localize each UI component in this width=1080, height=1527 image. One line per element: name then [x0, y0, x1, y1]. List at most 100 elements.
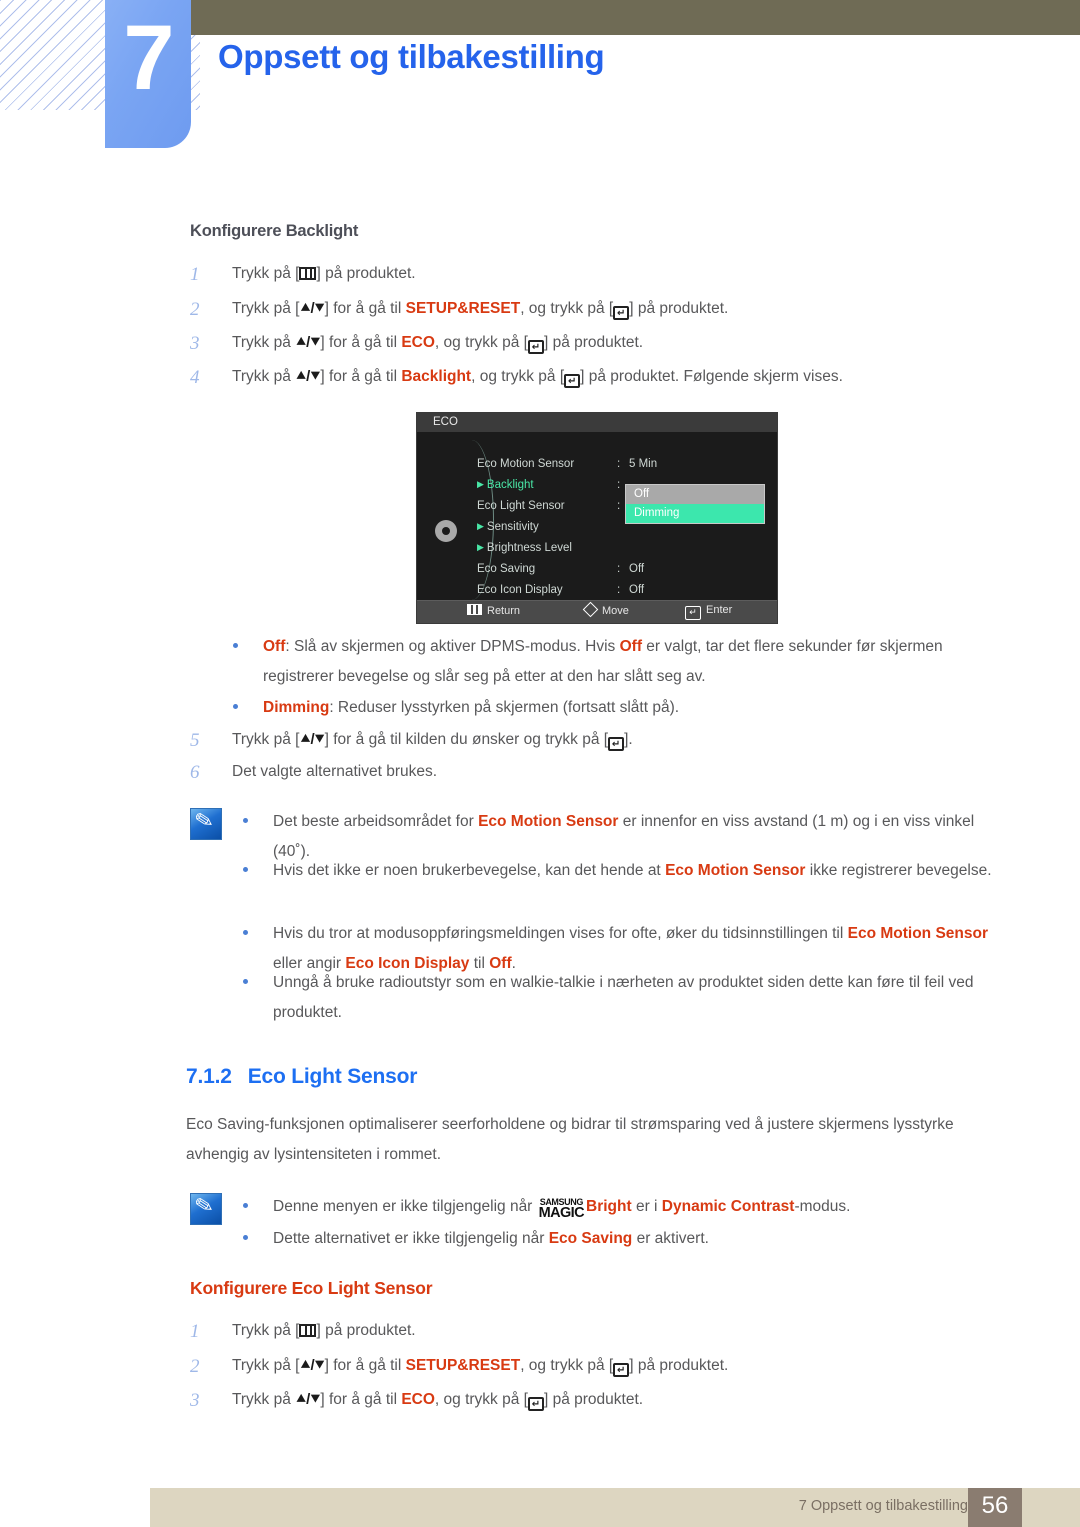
osd-row-label: Brightness Level: [486, 542, 572, 554]
osd-enter-label: Enter: [706, 604, 733, 616]
osd-row-label: Eco Icon Display: [477, 584, 563, 596]
bullet-dot: [243, 1235, 248, 1240]
bullet-text: : Slå av skjermen og aktiver DPMS-modus.…: [285, 638, 620, 655]
enter-key-icon: [527, 340, 544, 354]
osd-row-label: Eco Light Sensor: [477, 500, 565, 512]
note-text-3: -modus.: [794, 1198, 851, 1215]
osd-row-backlight[interactable]: ▶ Backlight: [477, 479, 534, 491]
step-item: 5 Trykk på [⯅/⯆] for å gå til kilden du …: [190, 730, 633, 751]
osd-move-button[interactable]: Move: [582, 601, 629, 618]
step-text: Trykk på [: [232, 265, 300, 282]
step-text: Trykk på: [232, 334, 296, 351]
step-item: 1 Trykk på [] på produktet.: [190, 1321, 416, 1342]
osd-menu-screenshot: ECO Eco Motion Sensor : 5 Min ▶ Backlight…: [416, 412, 778, 624]
step-item: 2 Trykk på [⯅/⯆] for å gå til SETUP&RESE…: [190, 299, 729, 320]
step-text: , og trykk på [: [471, 368, 565, 385]
bullet-dot: [233, 704, 238, 709]
enter-arrow-icon: [685, 606, 701, 620]
note-text: Unngå å bruke radioutstyr som en walkie-…: [273, 974, 974, 1021]
step-number: 2: [190, 1356, 200, 1377]
note-text: Denne menyen er ikke tilgjengelig når: [273, 1198, 537, 1215]
backlight-dropdown[interactable]: Off Dimming: [625, 484, 765, 524]
up-down-key-icon: ⯅/⯆: [299, 300, 325, 317]
osd-row-eco-icon-display[interactable]: Eco Icon Display: [477, 584, 563, 596]
keyword-eco-motion-sensor: Eco Motion Sensor: [478, 813, 619, 830]
step-number: 1: [190, 264, 200, 285]
keyword-setup-reset: SETUP&RESET: [405, 300, 521, 317]
keyword-bright: Bright: [586, 1198, 632, 1215]
menu-key-icon: [299, 1324, 317, 1337]
up-down-key-icon: ⯅/⯆: [299, 731, 325, 748]
header-olive-bar: [190, 0, 1080, 35]
step-text-end: ] på produktet. Følgende skjerm vises.: [580, 368, 843, 385]
osd-row-eco-motion-sensor[interactable]: Eco Motion Sensor: [477, 458, 574, 470]
section-title: Eco Light Sensor: [247, 1065, 418, 1088]
up-down-key-icon: ⯅/⯆: [295, 334, 321, 351]
osd-row-eco-saving[interactable]: Eco Saving: [477, 563, 535, 575]
step-text: ] for å gå til kilden du ønsker og trykk…: [324, 731, 609, 748]
osd-row-brightness-level[interactable]: ▶ Brightness Level: [477, 542, 572, 554]
enter-key-icon: [608, 737, 625, 751]
osd-row-sensitivity[interactable]: ▶ Sensitivity: [477, 521, 539, 533]
note-bullet-2: Hvis det ikke er noen brukerbevegelse, k…: [243, 856, 993, 886]
step-item: 1 Trykk på [] på produktet.: [190, 264, 416, 285]
bullet-dot: [243, 818, 248, 823]
note-text: Hvis du tror at modusoppføringsmeldingen…: [273, 925, 848, 942]
note-bullet-eco-saving: Dette alternativet er ikke tilgjengelig …: [243, 1224, 998, 1254]
bullet-dot: [243, 979, 248, 984]
step-text-end: ] på produktet.: [543, 334, 644, 351]
note-pencil-icon: [190, 808, 222, 840]
bullet-dot: [233, 643, 238, 648]
step-number: 4: [190, 367, 200, 388]
osd-colon: :: [617, 458, 621, 470]
note-text: Dette alternativet er ikke tilgjengelig …: [273, 1230, 549, 1247]
step-item: 6 Det valgte alternativet brukes.: [190, 762, 437, 783]
osd-row-label: Eco Saving: [477, 563, 536, 575]
step-item: 2 Trykk på [⯅/⯆] for å gå til SETUP&RESE…: [190, 1356, 729, 1377]
step-number: 3: [190, 333, 200, 354]
step-text-end: ] på produktet.: [629, 300, 729, 317]
menu-key-icon: [299, 267, 317, 280]
subheading-konfigurere-backlight: Konfigurere Backlight: [190, 222, 359, 240]
step-number: 3: [190, 1390, 200, 1411]
step-text: ] for å gå til: [320, 334, 402, 351]
chapter-number: 7: [123, 7, 174, 109]
step-text: Trykk på [: [232, 731, 300, 748]
osd-value-eco-saving: Off: [629, 563, 645, 575]
gear-icon: [435, 520, 457, 542]
step-item: 4 Trykk på ⯅/⯆] for å gå til Backlight, …: [190, 367, 843, 388]
chapter-title: Oppsett og tilbakestilling: [218, 38, 605, 75]
page-number: 56: [981, 1492, 1009, 1519]
step-text: , og trykk på [: [434, 1391, 528, 1408]
bullet-dot: [243, 930, 248, 935]
step-text-end: ] på produktet.: [629, 1357, 729, 1374]
step-text: Trykk på [: [232, 300, 300, 317]
bullet-text: : Reduser lysstyrken på skjermen (fortsa…: [329, 699, 680, 716]
keyword-off-2: Off: [619, 638, 642, 655]
caret-right-icon: ▶: [477, 521, 484, 531]
keyword-backlight: Backlight: [401, 368, 472, 385]
step-text: Trykk på: [232, 1391, 296, 1408]
osd-row-eco-light-sensor[interactable]: Eco Light Sensor: [477, 500, 565, 512]
step-text: Trykk på: [232, 368, 296, 385]
up-down-key-icon: ⯅/⯆: [295, 1391, 321, 1408]
osd-return-label: Return: [487, 605, 521, 617]
note-text-2: er i: [631, 1198, 662, 1215]
bullet-item-dimming: Dimming: Reduser lysstyrken på skjermen …: [233, 693, 993, 723]
osd-return-button[interactable]: Return: [467, 604, 520, 617]
osd-footer-bar: Return Move Enter: [417, 600, 777, 623]
osd-row-label: Sensitivity: [486, 521, 539, 533]
keyword-setup-reset: SETUP&RESET: [405, 1357, 521, 1374]
osd-colon: :: [617, 500, 621, 512]
section-heading-7-1-2: 7.1.2 Eco Light Sensor: [186, 1065, 417, 1089]
note-text: Hvis det ikke er noen brukerbevegelse, k…: [273, 862, 666, 879]
step-text: Trykk på [: [232, 1357, 300, 1374]
samsung-magic-logo: SAMSUNG MAGIC: [539, 1198, 585, 1221]
section-number: 7.1.2: [186, 1065, 232, 1088]
dropdown-option-dimming[interactable]: Dimming: [626, 504, 764, 523]
dropdown-option-off[interactable]: Off: [626, 485, 764, 504]
bullet-dot: [243, 1203, 248, 1208]
step-text: , og trykk på [: [434, 334, 528, 351]
osd-enter-button[interactable]: Enter: [685, 604, 732, 620]
osd-row-label: Backlight: [486, 479, 534, 491]
